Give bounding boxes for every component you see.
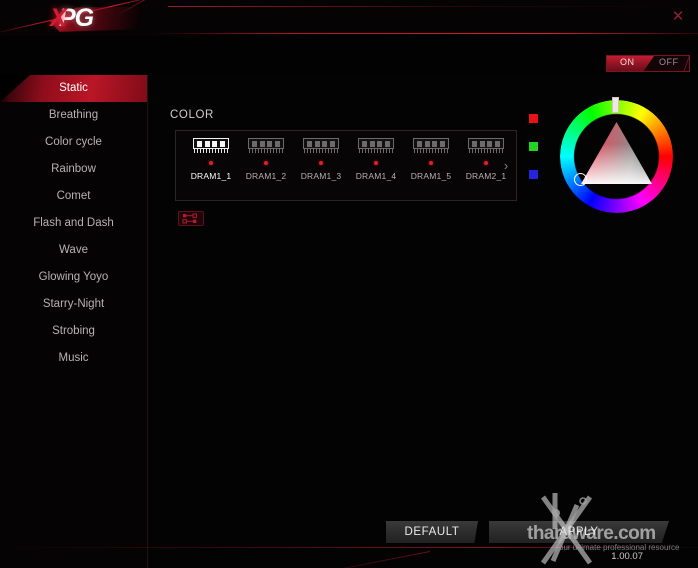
main-content: COLOR DRAM1_1 DRAM1_2 DRAM1_3 DRAM1_4 DR… [149,75,698,568]
toggle-divider [682,56,689,71]
sidebar-item-label: Rainbow [51,163,96,175]
dram-module-icon [358,138,394,154]
dram-body [248,138,284,149]
device-status-dot [484,161,488,165]
sidebar-item-strobing[interactable]: Strobing [0,318,147,345]
sidebar-item-label: Wave [59,244,88,256]
default-button[interactable]: DEFAULT [386,521,478,543]
dram-body [468,138,504,149]
device-label: DRAM1_2 [245,171,287,181]
sidebar-item-label: Strobing [52,325,95,337]
power-toggle[interactable]: ON OFF [606,55,690,72]
toggle-off-label[interactable]: OFF [659,57,679,67]
sidebar-item-label: Comet [56,190,91,202]
rgb-swatches [529,114,541,198]
header-accent-line-top [168,6,688,7]
swatch-green[interactable] [529,142,538,151]
dram-module-icon [413,138,449,154]
color-selector-cursor[interactable] [574,173,587,186]
device-item-dram1-1[interactable]: DRAM1_1 [184,138,238,196]
sidebar-item-comet[interactable]: Comet [0,183,147,210]
logo-x-glyph: X [50,4,67,32]
xpg-logo: PG X [50,4,190,34]
dram-pins [414,149,448,153]
device-item-dram1-2[interactable]: DRAM1_2 [239,138,293,196]
sidebar-item-flash-and-dash[interactable]: Flash and Dash [0,210,147,237]
hue-marker-handle[interactable] [612,97,619,113]
color-section-title: COLOR [170,109,214,121]
dram-body [413,138,449,149]
dram-pins [304,149,338,153]
sidebar-item-rainbow[interactable]: Rainbow [0,156,147,183]
dram-pins [469,149,503,153]
toggle-bar [0,36,698,75]
device-item-dram1-3[interactable]: DRAM1_3 [294,138,348,196]
device-label: DRAM1_1 [190,171,232,181]
sidebar-item-wave[interactable]: Wave [0,237,147,264]
sidebar-item-label: Breathing [48,109,99,121]
effects-sidebar: Static Breathing Color cycle Rainbow Com… [0,75,148,568]
device-status-dot [319,161,323,165]
device-status-dot [209,161,213,165]
sidebar-item-label: Music [58,352,89,364]
color-picker [524,97,692,225]
device-label: DRAM1_4 [355,171,397,181]
device-label: DRAM1_5 [410,171,452,181]
sidebar-item-breathing[interactable]: Breathing [0,102,147,129]
sidebar-item-label: Flash and Dash [33,217,114,229]
sidebar-item-static[interactable]: Static [0,75,147,102]
dram-module-icon [468,138,504,154]
header-accent-line-bottom [152,33,698,34]
device-item-dram1-4[interactable]: DRAM1_4 [349,138,403,196]
dram-body [193,138,229,149]
sync-devices-button[interactable] [178,211,204,226]
sidebar-item-label: Starry-Night [42,298,105,310]
chevron-right-icon[interactable]: › [499,158,513,174]
sidebar-item-label: Color cycle [45,136,102,148]
sidebar-item-music[interactable]: Music [0,345,147,372]
link-nodes-icon [182,213,197,224]
sidebar-item-color-cycle[interactable]: Color cycle [0,129,147,156]
version-label: 1.00.07 [611,551,643,562]
close-icon[interactable]: ✕ [666,5,690,29]
title-bar: PG X ✕ [0,0,698,36]
device-selector-panel: DRAM1_1 DRAM1_2 DRAM1_3 DRAM1_4 DRAM1_5 … [175,130,517,201]
swatch-red[interactable] [529,114,538,123]
dram-module-icon [193,138,229,154]
dram-pins [194,149,228,153]
dram-body [303,138,339,149]
device-status-dot [374,161,378,165]
sidebar-item-label: Glowing Yoyo [38,271,109,283]
sidebar-item-starry-night[interactable]: Starry-Night [0,291,147,318]
dram-pins [359,149,393,153]
device-status-dot [264,161,268,165]
apply-button[interactable]: APPLY [489,521,669,543]
xpg-rgb-app-window: PG X ✕ ON OFF Static Breathing Color cyc… [0,0,698,568]
dram-module-icon [303,138,339,154]
sidebar-item-label: Static [59,82,88,94]
dram-module-icon [248,138,284,154]
device-item-dram1-5[interactable]: DRAM1_5 [404,138,458,196]
device-status-dot [429,161,433,165]
footer-accent-line [0,547,698,548]
dram-body [358,138,394,149]
dram-pins [249,149,283,153]
swatch-blue[interactable] [529,170,538,179]
sidebar-item-glowing-yoyo[interactable]: Glowing Yoyo [0,264,147,291]
device-label: DRAM1_3 [300,171,342,181]
toggle-on-label[interactable]: ON [620,57,635,67]
